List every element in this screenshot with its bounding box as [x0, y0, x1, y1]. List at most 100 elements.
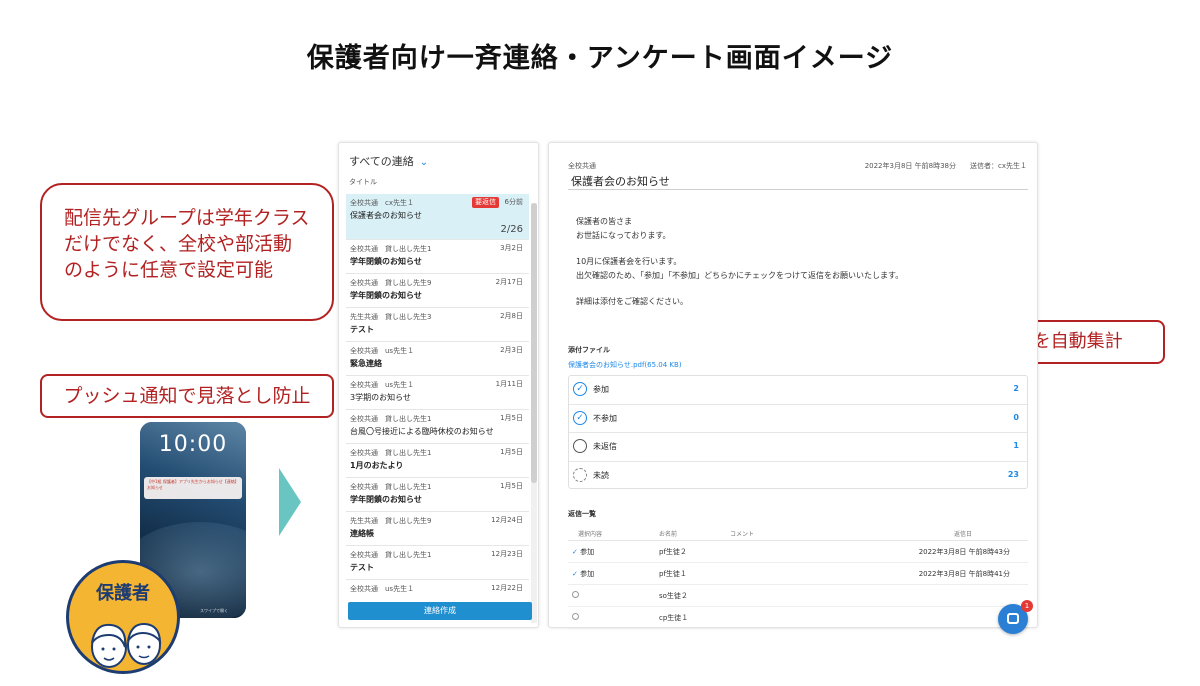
- reply-table: 選択内容 お名前 コメント 返信日 ✓ 参加 pf生徒２ 2022年3月8日 午前8…: [568, 525, 1028, 629]
- push-notification: 【中1組 保護者】アプリ先生からお知らせ【連絡】 お知らせ: [144, 477, 242, 499]
- list-item-date: 2月17日: [495, 278, 523, 286]
- list-item[interactable]: 先生共通 貸し出し先生9 12月24日 連絡帳: [346, 512, 529, 546]
- stat-count: 0: [1013, 412, 1019, 422]
- list-item-title: 3学期のお知らせ: [350, 393, 411, 402]
- reply-row[interactable]: ✓ 参加 pf生徒２ 2022年3月8日 午前8時43分: [568, 541, 1028, 563]
- list-item-title: 1月のおたより: [350, 461, 404, 470]
- reply-name: so生徒２: [659, 592, 688, 600]
- list-item[interactable]: 全校共通 貸し出し先生9 2月17日 学年閉鎖のお知らせ: [346, 274, 529, 308]
- body-line: 保護者の皆さま: [576, 217, 632, 226]
- list-item-meta: 全校共通 貸し出し先生1: [350, 245, 432, 253]
- col-comment: コメント: [730, 531, 755, 538]
- reply-row[interactable]: cp生徒１: [568, 607, 1028, 629]
- list-item-title: テスト: [350, 563, 374, 572]
- list-item[interactable]: 全校共通 貸し出し先生1 1月5日 学年閉鎖のお知らせ: [346, 478, 529, 512]
- stat-count: 23: [1007, 469, 1019, 479]
- reply-list-title: 返信一覧: [568, 510, 596, 518]
- callout-groups: 配信先グループは学年クラスだけでなく、全校や部活動のように任意で設定可能: [40, 183, 334, 321]
- list-item[interactable]: 全校共通 us先生１ 2月3日 緊急連絡: [346, 342, 529, 376]
- list-item[interactable]: 全校共通 貸し出し先生1 1月5日 1月のおたより: [346, 444, 529, 478]
- list-item[interactable]: 全校共通 貸し出し先生1 12月23日 テスト: [346, 546, 529, 580]
- empty-circle-icon: [572, 613, 579, 620]
- col-name: お名前: [659, 531, 678, 538]
- reply-table-header: 選択内容 お名前 コメント 返信日: [568, 525, 1028, 541]
- stat-label: 不参加: [593, 413, 617, 423]
- list-item-title: 学年閉鎖のお知らせ: [350, 257, 422, 266]
- badge-label: 保護者: [96, 583, 150, 604]
- stat-row-unreplied[interactable]: 未返信 1: [569, 433, 1027, 462]
- list-item-title: 台風〇号接近による臨時休校のお知らせ: [350, 427, 494, 436]
- reply-date: 2022年3月8日 午前8時43分: [918, 548, 1010, 556]
- list-item-title: テスト: [350, 325, 374, 334]
- detail-sender: 送信者：cx先生１: [970, 162, 1027, 170]
- survey-results: ✓ 参加 2 ✓ 不参加 0 未返信 1 未読 23: [568, 375, 1028, 489]
- list-item[interactable]: 全校共通 cx先生１ 6分前 要返信 保護者会のお知らせ 2/26: [346, 194, 529, 240]
- list-item-date: 1月5日: [500, 448, 523, 456]
- notification-line-2: お知らせ: [147, 485, 163, 490]
- parent-badge: 保護者: [66, 560, 180, 674]
- body-line: 出欠確認のため、「参加」「不参加」どちらかにチェックをつけて返信をお願いいたしま…: [576, 271, 904, 280]
- check-circle-icon: ✓: [573, 382, 587, 396]
- page-title: 保護者向け一斉連絡・アンケート画面イメージ: [306, 43, 894, 74]
- list-item[interactable]: 全校共通 us先生１12月22日休校連絡: [346, 580, 529, 594]
- chat-icon: [1007, 613, 1019, 624]
- message-list: 全校共通 cx先生１ 6分前 要返信 保護者会のお知らせ 2/26 全校共通 貸し出し先生…: [346, 194, 529, 594]
- detail-meta: 2022年3月8日 午前8時38分 送信者：cx先生１: [865, 161, 1027, 171]
- chat-notification-badge: 1: [1021, 600, 1033, 612]
- parents-illustration-icon: [91, 622, 162, 668]
- list-filter-label: すべての連絡: [349, 155, 414, 168]
- list-item-date: 12月24日: [491, 516, 523, 524]
- stat-row-unread[interactable]: 未読 23: [569, 462, 1027, 491]
- list-item-date: 2月8日: [500, 312, 523, 320]
- list-item-title: 連絡帳: [350, 529, 374, 538]
- list-scrollbar[interactable]: [531, 203, 537, 623]
- stat-label: 参加: [593, 385, 609, 394]
- dashed-circle-icon: [573, 467, 587, 482]
- check-circle-icon: ✓: [572, 570, 581, 578]
- list-item[interactable]: 全校共通 us先生１ 1月11日 3学期のお知らせ: [346, 376, 529, 410]
- attachment-label: 添付ファイル: [568, 346, 610, 354]
- list-item[interactable]: 全校共通 貸し出し先生1 1月5日 台風〇号接近による臨時休校のお知らせ: [346, 410, 529, 444]
- list-item-date: 1月5日: [500, 414, 523, 422]
- body-line: お世話になっております。: [576, 231, 671, 240]
- chevron-down-icon: ⌄: [419, 157, 429, 168]
- check-circle-icon: ✓: [572, 548, 581, 556]
- list-item-title: 学年閉鎖のお知らせ: [350, 495, 422, 504]
- reply-selection: ✓ 参加: [572, 547, 594, 557]
- stat-row-attend[interactable]: ✓ 参加 2: [569, 376, 1027, 405]
- empty-circle-icon: [573, 439, 587, 453]
- reply-row[interactable]: so生徒２: [568, 585, 1028, 607]
- callout-push: プッシュ通知で見落とし防止: [40, 374, 334, 418]
- create-message-button[interactable]: 連絡作成: [348, 602, 532, 620]
- list-item-title: 緊急連絡: [350, 359, 382, 368]
- detail-date: 2022年3月8日 午前8時38分: [864, 162, 956, 170]
- arrow-right-icon: [279, 468, 301, 536]
- body-line: 10月に保護者会を行います。: [576, 257, 682, 266]
- reply-required-badge: 要返信: [472, 197, 499, 208]
- check-circle-icon: ✓: [573, 410, 587, 425]
- list-item-date: 12月22日: [491, 584, 523, 592]
- empty-circle-icon: [572, 591, 579, 598]
- stat-label: 未返信: [593, 442, 617, 451]
- list-item[interactable]: 全校共通 貸し出し先生1 3月2日学年閉鎖のお知らせ: [346, 240, 529, 274]
- list-item-date: 1月11日: [495, 380, 523, 388]
- list-filter-dropdown[interactable]: すべての連絡 ⌄: [349, 153, 428, 169]
- list-item[interactable]: 先生共通 貸し出し先生3 2月8日 テスト: [346, 308, 529, 342]
- col-selection: 選択内容: [578, 531, 603, 538]
- reply-selection: [572, 591, 579, 600]
- list-item-meta: 全校共通 貸し出し先生1: [350, 415, 432, 423]
- reply-selection-text: 参加: [580, 570, 595, 578]
- reply-row[interactable]: ✓ 参加 pf生徒１ 2022年3月8日 午前8時41分: [568, 563, 1028, 585]
- divider: [568, 189, 1028, 190]
- stat-row-absent[interactable]: ✓ 不参加 0: [569, 405, 1027, 433]
- list-item-meta: 全校共通 貸し出し先生1: [350, 449, 432, 457]
- reply-name: cp生徒１: [659, 614, 689, 622]
- list-item-meta: 全校共通 貸し出し先生1: [350, 483, 432, 491]
- list-item-date: 3月2日: [500, 244, 523, 252]
- detail-scope: 全校共通: [568, 162, 596, 170]
- attachment-link[interactable]: 保護者会のお知らせ.pdf(65.04 KB): [568, 360, 682, 370]
- list-item-title: 保護者会のお知らせ: [350, 211, 422, 220]
- list-item-date: 2月3日: [500, 346, 523, 354]
- list-item-date: 12月23日: [491, 550, 523, 558]
- reply-name: pf生徒１: [659, 570, 687, 578]
